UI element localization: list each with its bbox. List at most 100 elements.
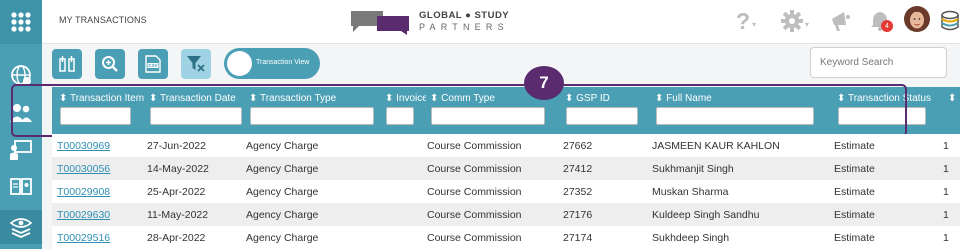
- sidebar-item-teaching[interactable]: [0, 133, 42, 167]
- transaction-item-link[interactable]: T00029516: [57, 232, 110, 244]
- col-invoice[interactable]: ⬍ Invoice: [385, 93, 426, 104]
- users-icon: [10, 104, 32, 122]
- cell-full-name: Kuldeep Singh Sandhu: [652, 209, 760, 221]
- cell-full-name: Sukhdeep Singh: [652, 232, 730, 244]
- notification-badge: 4: [881, 20, 893, 32]
- notifications-button[interactable]: 4: [869, 8, 893, 34]
- keyword-search-input[interactable]: [810, 47, 947, 78]
- cell-status: Estimate: [834, 163, 875, 175]
- cell-comm-type: Course Commission: [427, 209, 522, 221]
- cell-status: Estimate: [834, 140, 875, 152]
- cell-date: 25-Apr-2022: [147, 186, 206, 198]
- table-header: ⬍ Transaction Item ⬍ Transaction Date ⬍ …: [52, 87, 960, 135]
- books-icon: [941, 10, 959, 31]
- table-row: T00029630 11-May-2022 Agency Charge Cour…: [52, 203, 960, 226]
- cell-status: Estimate: [834, 209, 875, 221]
- cell-extra: 1: [943, 186, 949, 198]
- filter-clear-icon: [187, 56, 205, 72]
- toggle-label: Transaction View: [256, 59, 310, 66]
- cell-date: 14-May-2022: [147, 163, 209, 175]
- cell-comm-type: Course Commission: [427, 140, 522, 152]
- brand-logo: GLOBAL ● STUDY PARTNERS: [349, 8, 509, 36]
- sidebar-item-global[interactable]: [0, 58, 42, 92]
- transaction-item-link[interactable]: T00030056: [57, 163, 110, 175]
- annotation-badge: 7: [524, 66, 564, 100]
- apps-grid-icon: [11, 12, 31, 32]
- toggle-knob: [227, 51, 252, 76]
- csv-icon: CSV: [145, 55, 161, 73]
- cell-gsp-id: 27352: [563, 186, 593, 198]
- cell-date: 11-May-2022: [147, 209, 209, 221]
- col-transaction-item[interactable]: ⬍ Transaction Item: [59, 93, 149, 104]
- sidebar: [0, 0, 42, 249]
- cell-comm-type: Course Commission: [427, 232, 522, 244]
- table-row: T00029516 28-Apr-2022 Agency Charge Cour…: [52, 226, 960, 249]
- cell-type: Agency Charge: [246, 163, 319, 175]
- avatar-icon: [904, 6, 930, 32]
- sidebar-item-transactions[interactable]: [0, 210, 42, 244]
- filter-transaction-status[interactable]: [838, 107, 926, 125]
- filter-invoice[interactable]: [386, 107, 414, 125]
- svg-text:CSV: CSV: [148, 63, 157, 68]
- export-csv-button[interactable]: CSV: [138, 49, 168, 79]
- col-transaction-type[interactable]: ⬍ Transaction Type: [249, 93, 375, 104]
- chevron-down-icon: ▾: [752, 19, 757, 29]
- transaction-item-link[interactable]: T00029630: [57, 209, 110, 221]
- table-row: T00030056 14-May-2022 Agency Charge Cour…: [52, 157, 960, 180]
- cell-date: 27-Jun-2022: [147, 140, 206, 152]
- user-avatar[interactable]: [903, 6, 931, 32]
- table-row: T00029908 25-Apr-2022 Agency Charge Cour…: [52, 180, 960, 203]
- help-icon: ?: [736, 7, 751, 34]
- cell-type: Agency Charge: [246, 209, 319, 221]
- cell-type: Agency Charge: [246, 140, 319, 152]
- announcements-button[interactable]: [829, 8, 853, 34]
- columns-button[interactable]: [52, 49, 82, 79]
- cell-type: Agency Charge: [246, 186, 319, 198]
- filter-full-name[interactable]: [656, 107, 814, 125]
- logo-mark-icon: [351, 11, 409, 35]
- sidebar-item-library[interactable]: [0, 170, 42, 204]
- col-transaction-date[interactable]: ⬍ Transaction Date: [149, 93, 243, 104]
- chevron-down-icon: ▾: [805, 19, 810, 29]
- filter-transaction-type[interactable]: [250, 107, 374, 125]
- cell-gsp-id: 27174: [563, 232, 593, 244]
- cell-gsp-id: 27412: [563, 163, 593, 175]
- eye-layers-icon: [9, 218, 33, 238]
- cell-gsp-id: 27176: [563, 209, 593, 221]
- gear-icon: [781, 10, 803, 32]
- clear-filter-button[interactable]: [181, 49, 211, 79]
- top-header: MY TRANSACTIONS GLOBAL ● STUDY PARTNERS …: [42, 0, 960, 44]
- col-gsp-id[interactable]: ⬍ GSP ID: [565, 93, 645, 104]
- transaction-item-link[interactable]: T00029908: [57, 186, 110, 198]
- filter-transaction-item[interactable]: [60, 107, 131, 125]
- cell-status: Estimate: [834, 186, 875, 198]
- cell-gsp-id: 27662: [563, 140, 593, 152]
- cell-status: Estimate: [834, 232, 875, 244]
- knowledge-base-button[interactable]: [940, 8, 960, 34]
- col-transaction-status[interactable]: ⬍ Transaction Status: [837, 93, 947, 104]
- cell-full-name: Sukhmanjit Singh: [652, 163, 734, 175]
- filter-comm-type[interactable]: [431, 107, 545, 125]
- cell-comm-type: Course Commission: [427, 163, 522, 175]
- col-extra[interactable]: ⬍: [948, 93, 960, 104]
- cell-type: Agency Charge: [246, 232, 319, 244]
- cell-full-name: Muskan Sharma: [652, 186, 729, 198]
- cell-date: 28-Apr-2022: [147, 232, 206, 244]
- cell-full-name: JASMEEN KAUR KAHLON: [652, 140, 780, 152]
- teacher-board-icon: [10, 140, 32, 160]
- col-full-name[interactable]: ⬍ Full Name: [655, 93, 825, 104]
- filter-gsp-id[interactable]: [566, 107, 638, 125]
- cell-extra: 1: [943, 209, 949, 221]
- logo-line2: PARTNERS: [419, 22, 509, 32]
- filter-transaction-date[interactable]: [150, 107, 242, 125]
- book-person-icon: [10, 178, 32, 195]
- cell-extra: 1: [943, 232, 949, 244]
- logo-line1: GLOBAL ● STUDY: [419, 10, 510, 21]
- help-menu-button[interactable]: ? ▾: [736, 8, 756, 34]
- zoom-button[interactable]: [95, 49, 125, 79]
- settings-menu-button[interactable]: ▾: [781, 8, 809, 34]
- transaction-view-toggle[interactable]: Transaction View: [224, 48, 320, 79]
- apps-menu-button[interactable]: [0, 0, 42, 44]
- sidebar-item-users[interactable]: [0, 96, 42, 130]
- transaction-item-link[interactable]: T00030969: [57, 140, 110, 152]
